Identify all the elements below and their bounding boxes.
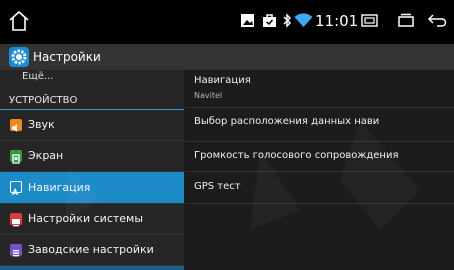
- sidebar-item-label: Настройки системы: [28, 212, 144, 225]
- main-pane: Навигация Navitel Выбор расположения дан…: [185, 70, 454, 270]
- pref-title: Навигация: [194, 75, 251, 86]
- back-icon[interactable]: [427, 13, 447, 27]
- sound-icon: [10, 119, 22, 132]
- clock: 11:01: [315, 12, 359, 30]
- pref-item-navigation-app[interactable]: Навигация Navitel: [185, 70, 454, 108]
- scroll-edge: [0, 266, 184, 270]
- pref-title: Выбор расположения данных нави: [194, 116, 380, 127]
- sidebar-item-display[interactable]: Экран: [0, 141, 184, 172]
- home-icon[interactable]: [8, 9, 30, 33]
- wifi-icon: [294, 13, 313, 27]
- sidebar-item-factory-settings[interactable]: Заводские настройки: [0, 235, 184, 266]
- recent-apps-icon[interactable]: [397, 13, 415, 27]
- card-icon: [361, 14, 378, 27]
- display-icon: [10, 150, 22, 164]
- bluetooth-icon: [283, 13, 292, 28]
- pref-item-data-location[interactable]: Выбор расположения данных нави: [185, 108, 454, 142]
- action-bar: Настройки: [0, 44, 454, 70]
- navigation-icon: [10, 181, 22, 196]
- sidebar-item-label: Звук: [28, 118, 55, 131]
- sidebar-item-navigation[interactable]: Навигация: [0, 172, 184, 204]
- factory-settings-icon: [10, 244, 22, 257]
- section-header: УСТРОЙСТВО: [0, 94, 184, 110]
- pref-title: Громкость голосового сопровождения: [194, 150, 399, 161]
- sidebar-item-label: Заводские настройки: [28, 243, 154, 256]
- section-header-label: УСТРОЙСТВО: [9, 95, 78, 106]
- system-settings-icon: [10, 213, 22, 227]
- app-title: Настройки: [33, 50, 101, 64]
- sidebar-item-label: Навигация: [28, 181, 91, 194]
- image-icon: [241, 14, 254, 27]
- status-bar: 11:01: [0, 0, 454, 44]
- pref-summary: Navitel: [194, 91, 223, 100]
- sidebar-item-system-settings[interactable]: Настройки системы: [0, 204, 184, 235]
- pref-item-gps-test[interactable]: GPS тест: [185, 172, 454, 204]
- sidebar-item-sound[interactable]: Звук: [0, 110, 184, 141]
- settings-gear-icon[interactable]: [9, 47, 29, 67]
- bag-icon: [263, 14, 276, 27]
- sidebar-item-label: Экран: [28, 149, 64, 162]
- sidebar-more-item[interactable]: Ещё...: [22, 71, 53, 82]
- pref-title: GPS тест: [194, 181, 241, 192]
- pref-item-voice-volume[interactable]: Громкость голосового сопровождения: [185, 142, 454, 172]
- sidebar: Ещё... УСТРОЙСТВО Звук Экран Навигация Н…: [0, 70, 184, 270]
